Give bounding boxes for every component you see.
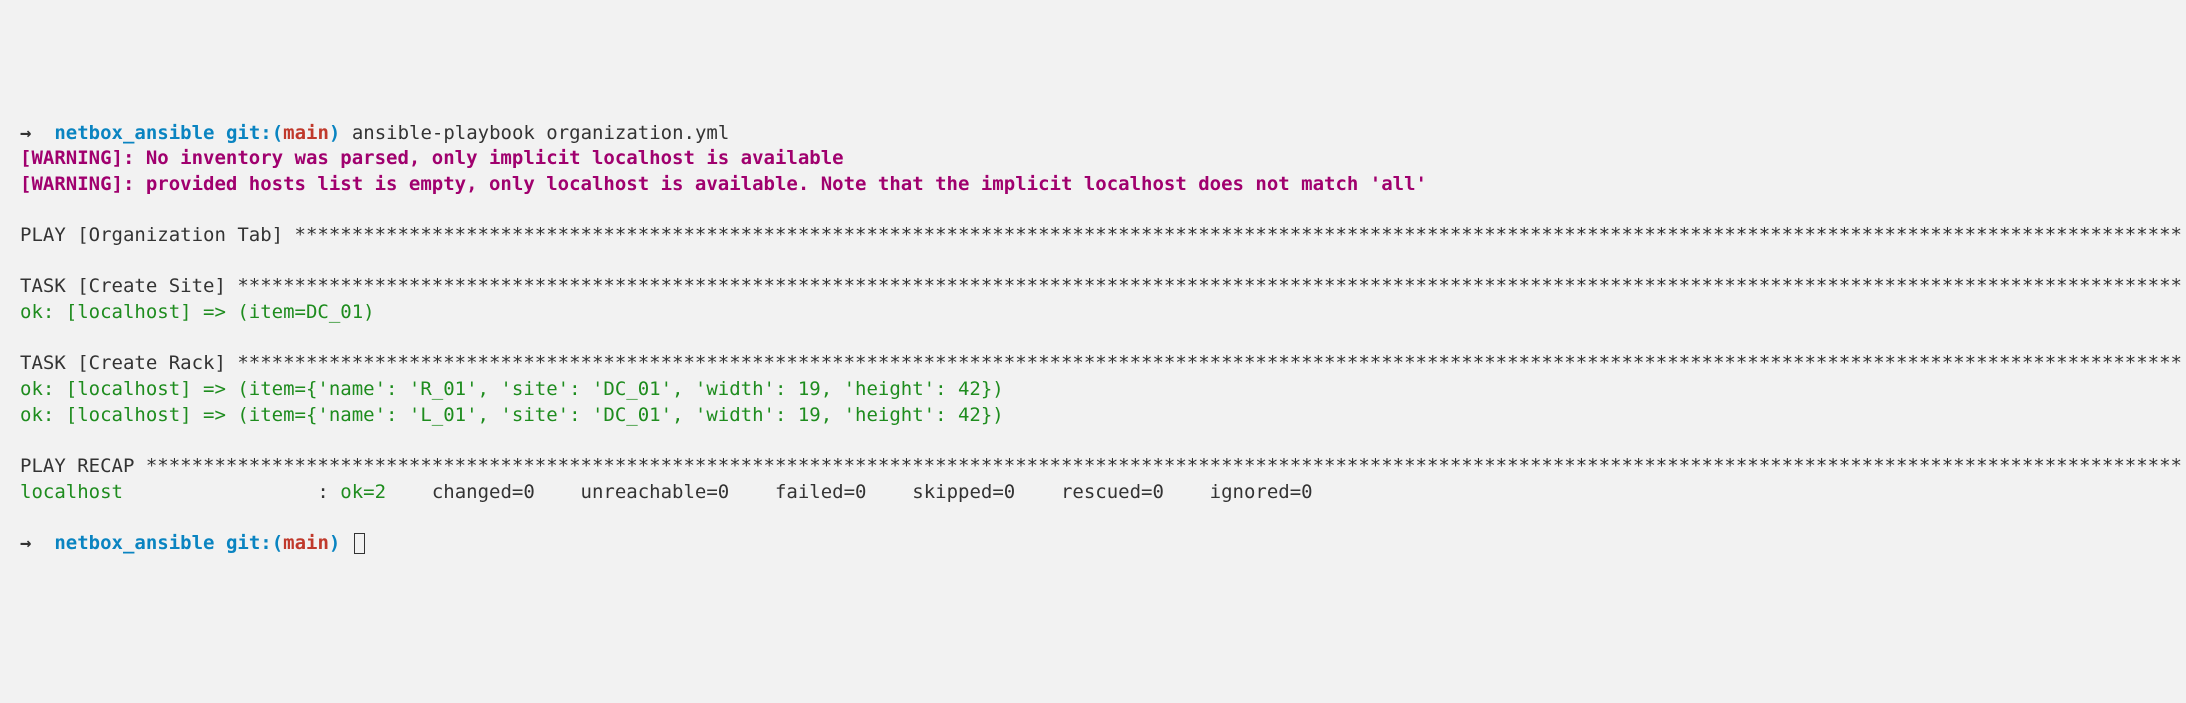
prompt-paren-close: )	[329, 122, 340, 144]
command-text: ansible-playbook organization.yml	[340, 122, 729, 144]
prompt2-dir: netbox_ansible	[54, 532, 214, 554]
cursor[interactable]	[354, 533, 365, 554]
recap-spacing: :	[123, 481, 340, 503]
terminal-output: → netbox_ansible git:(main) ansible-play…	[20, 121, 2166, 557]
prompt2-branch: main	[283, 532, 329, 554]
prompt2-arrow: →	[20, 532, 54, 554]
warning-line-1: [WARNING]: No inventory was parsed, only…	[20, 147, 844, 169]
prompt2-git-label: git:	[226, 532, 272, 554]
prompt-git-label: git:	[226, 122, 272, 144]
recap-ok-count: ok=2	[340, 481, 420, 503]
prompt-branch: main	[283, 122, 329, 144]
task-create-rack-header: TASK [Create Rack] *********************…	[20, 352, 2182, 374]
prompt-arrow: →	[20, 122, 54, 144]
play-header: PLAY [Organization Tab] ****************…	[20, 224, 2182, 246]
warning-line-2: [WARNING]: provided hosts list is empty,…	[20, 173, 1427, 195]
task-create-rack-item-2: ok: [localhost] => (item={'name': 'L_01'…	[20, 404, 1004, 426]
task-create-site-item-1: ok: [localhost] => (item=DC_01)	[20, 301, 375, 323]
prompt2-paren-close: )	[329, 532, 340, 554]
recap-host: localhost	[20, 481, 123, 503]
prompt-dir: netbox_ansible	[54, 122, 214, 144]
task-create-site-header: TASK [Create Site] *********************…	[20, 275, 2182, 297]
prompt2-paren-open: (	[272, 532, 283, 554]
task-create-rack-item-1: ok: [localhost] => (item={'name': 'R_01'…	[20, 378, 1004, 400]
play-recap-header: PLAY RECAP *****************************…	[20, 455, 2182, 477]
recap-stats: changed=0 unreachable=0 failed=0 skipped…	[420, 481, 1312, 503]
prompt-paren-open: (	[272, 122, 283, 144]
